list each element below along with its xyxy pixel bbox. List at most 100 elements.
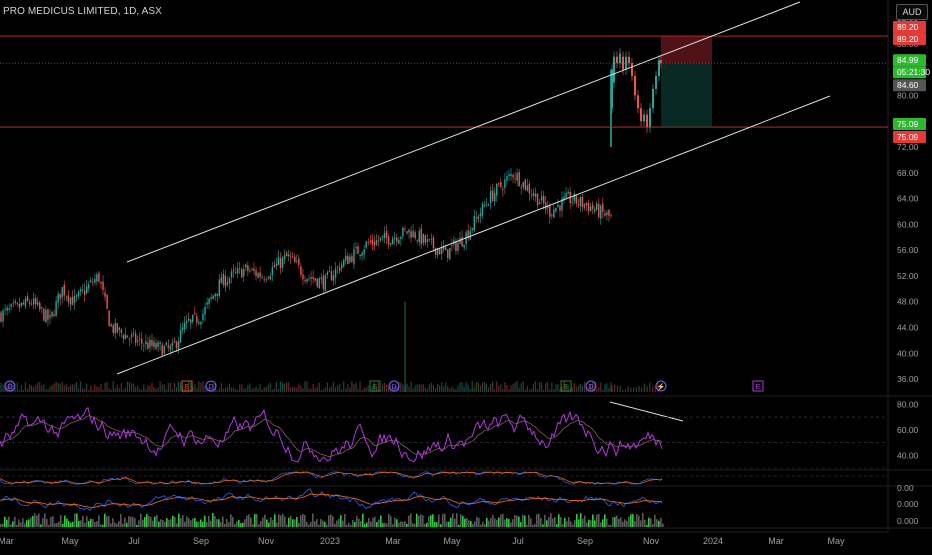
volume-bar (602, 389, 604, 392)
volume-bar (330, 385, 333, 392)
candle-body (212, 295, 214, 299)
candle-body (613, 56, 615, 83)
volume-bar (273, 388, 275, 392)
candle-body (94, 279, 96, 283)
ao-bar (544, 514, 546, 527)
ao-bar (200, 519, 202, 527)
volume-bar (598, 387, 600, 392)
rsi-divergence-line (609, 401, 684, 422)
ao-bar (192, 518, 194, 527)
ao-bar (554, 517, 556, 527)
ao-bar (232, 517, 234, 527)
volume-bar (445, 382, 447, 392)
volume-bar (577, 385, 579, 392)
ao-bar (394, 517, 396, 527)
ao-bar (190, 520, 192, 527)
candle-body (261, 277, 263, 278)
ao-bar (492, 514, 494, 527)
ao-bar (284, 516, 286, 527)
currency-badge[interactable]: AUD (896, 4, 928, 20)
candle-body (318, 278, 320, 289)
ao-bar (314, 521, 316, 527)
ao-bar (518, 516, 520, 527)
volume-bar (37, 382, 39, 392)
volume-bar (616, 385, 618, 392)
ao-bar (574, 520, 576, 527)
ao-bar (94, 521, 96, 527)
ao-bar (184, 521, 186, 527)
candle-body (619, 53, 621, 64)
volume-bar (31, 384, 33, 392)
candle-body (532, 192, 535, 196)
ao-bar (622, 521, 624, 527)
volume-bar (522, 381, 524, 392)
ao-bar (14, 516, 16, 527)
candle-body (324, 274, 327, 292)
candle-body (271, 267, 274, 276)
candle-body (73, 296, 76, 304)
candle-body (173, 341, 176, 343)
volume-bar (457, 385, 459, 392)
candle-body (222, 273, 225, 285)
volume-bar (608, 388, 610, 392)
volume-bar (418, 384, 420, 392)
candle-body (595, 203, 598, 210)
ao-bar (626, 520, 628, 527)
time-tick-label: Sep (577, 536, 593, 546)
chart-root[interactable]: PRO MEDICUS LIMITED, 1D, ASX AUD DEDEDED… (0, 0, 932, 550)
candle-body (406, 231, 408, 234)
candle-body (496, 183, 498, 196)
volume-bar (600, 382, 602, 392)
volume-bar (490, 383, 492, 392)
volume-bar (463, 386, 465, 392)
candle-body (334, 268, 337, 278)
event-icon-label: D (7, 384, 12, 391)
candle-body (43, 308, 45, 321)
ao-bar (328, 515, 330, 527)
candle-body (32, 298, 35, 305)
ao-bar (70, 522, 72, 527)
volume-bar (549, 389, 551, 392)
candle-body (218, 279, 221, 296)
ao-bar (448, 521, 450, 527)
volume-bar (345, 388, 347, 392)
volume-bar (2, 384, 4, 392)
candle-body (646, 114, 648, 128)
candle-body (524, 179, 527, 190)
volume-bar (124, 387, 127, 392)
volume-bar (122, 389, 125, 392)
volume-bar (167, 383, 169, 392)
candle-body (300, 266, 302, 275)
ao-bar (164, 521, 166, 527)
volume-bar (473, 388, 475, 392)
candle-body (655, 76, 657, 89)
candle-body (16, 302, 19, 304)
candle-body (200, 321, 202, 325)
ao-bar (234, 524, 236, 527)
ao-bar (420, 514, 422, 527)
candle-body (4, 309, 6, 311)
ao-bar (502, 513, 504, 527)
candle-body (473, 215, 476, 231)
candle-body (555, 207, 557, 212)
candle-body (424, 235, 427, 243)
volume-bar (253, 388, 255, 392)
candle-body (649, 108, 651, 128)
volume-bar (512, 383, 514, 392)
ao-bar (436, 522, 438, 527)
candle-body (493, 193, 496, 202)
candle-body (136, 340, 139, 342)
ao-bar (244, 519, 246, 527)
ao-bar (542, 524, 544, 527)
chart-canvas[interactable]: D E D E D E D ⚡ E 80.00 60.00 40.00 0.00 0.000 0.0… (0, 0, 932, 550)
volume-bar (638, 385, 640, 392)
candle-body (585, 202, 588, 205)
candle-body (92, 282, 94, 283)
ao-bar (332, 516, 334, 527)
ao-bar (634, 521, 636, 527)
ao-bar (240, 523, 242, 527)
ao-bar (2, 523, 4, 527)
ao-bar (268, 522, 270, 527)
ao-bar (478, 517, 480, 527)
time-tick-label: Jul (128, 536, 140, 546)
